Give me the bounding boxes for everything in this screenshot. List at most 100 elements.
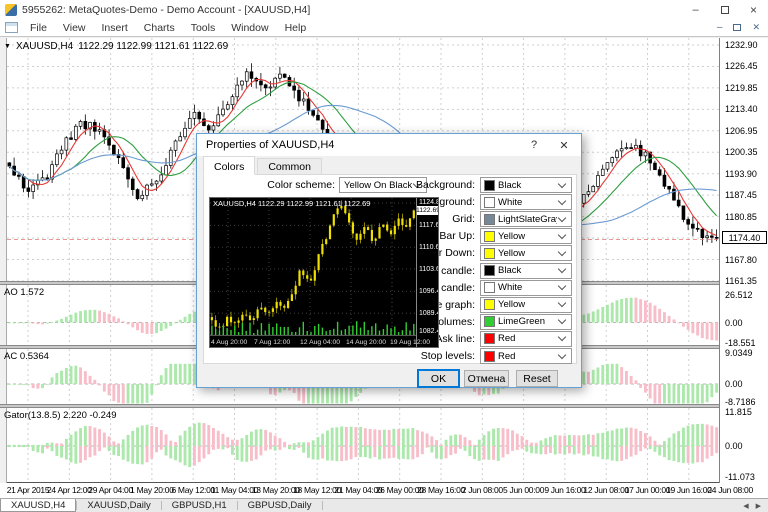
indicator-label: AC 0.5364 — [4, 351, 49, 362]
chart-tab-xauusd-daily[interactable]: XAUUSD,Daily — [77, 499, 160, 512]
maximize-button[interactable] — [710, 0, 739, 19]
time-axis-label: 24 Apr 12:00 — [46, 485, 92, 495]
chevron-down-icon — [557, 196, 567, 205]
menu-file[interactable]: File — [22, 22, 55, 34]
color-combo-foreground[interactable]: White — [480, 194, 572, 211]
chevron-down-icon — [557, 281, 567, 291]
price-axis[interactable]: 1232.90 1226.45 1219.85 1213.40 1206.95 1200.… — [719, 38, 768, 483]
reset-button[interactable]: Reset — [516, 370, 558, 387]
chevron-down-icon — [557, 350, 567, 359]
price-axis-label: 0.00 — [725, 441, 743, 451]
color-combo-bar-down[interactable]: Yellow — [480, 245, 572, 262]
chart-ohlc: 1122.29 1122.99 1121.61 1122.69 — [78, 41, 229, 52]
price-axis-label: 1219.85 — [725, 82, 758, 93]
preview-time-label: 4 Aug 20:00 — [211, 339, 248, 346]
preview-svg — [210, 198, 416, 336]
color-combo-ask-line-value: Red — [498, 333, 516, 345]
menu-bar: File View Insert Charts Tools Window Help – ✕ — [0, 19, 768, 37]
time-axis-label: 24 Jun 08:00 — [707, 485, 753, 495]
preview-price-label: 1124.80 — [419, 199, 438, 206]
preview-price-label: 1082.40 — [419, 328, 438, 335]
application-window: 5955262: MetaQuotes-Demo - Demo Account … — [0, 0, 768, 512]
color-combo-bull-candle-value: Black — [498, 265, 522, 276]
indicator-label: AO 1.572 — [4, 287, 45, 298]
color-combo-bear-candle[interactable]: White — [480, 279, 572, 296]
chart-tab-gbpusd-h1[interactable]: GBPUSD,H1 — [162, 499, 237, 512]
color-combo-bar-up[interactable]: Yellow — [480, 228, 572, 245]
chart-symbol: XAUUSD,H4 — [15, 41, 74, 52]
preview-price-label: 1117.60 — [419, 222, 439, 229]
color-combo-grid-value: LightSlateGray — [498, 213, 557, 225]
time-axis-label: 19 Jun 16:00 — [666, 485, 712, 495]
color-swatch — [484, 265, 495, 276]
price-axis-label: 0.00 — [725, 317, 743, 328]
time-axis-label: 17 Jun 00:00 — [624, 485, 671, 495]
price-axis-label: 1193.90 — [725, 168, 757, 179]
chart-tab-xauusd-h4[interactable]: XAUUSD,H4 — [0, 499, 77, 512]
child-restore-icon[interactable] — [733, 24, 742, 31]
preview-price-label: 1096.40 — [419, 288, 438, 295]
preview-canvas — [210, 198, 416, 347]
color-combo-foreground-value: White — [498, 196, 523, 208]
child-close-icon[interactable]: ✕ — [752, 22, 760, 33]
help-button[interactable]: ? — [519, 139, 549, 151]
color-combo-background[interactable]: Black — [480, 177, 572, 193]
color-swatch — [484, 333, 495, 345]
ok-button[interactable]: OK — [417, 369, 460, 388]
time-axis-label: 6 May 12:00 — [171, 485, 215, 495]
color-combo-background-value: Black — [498, 179, 522, 191]
dialog-title-bar[interactable]: Properties of XAUUSD,H4? ✕ — [197, 134, 581, 156]
color-combo-ask-line[interactable]: Red — [480, 330, 572, 347]
menu-charts[interactable]: Charts — [136, 22, 183, 34]
color-combo-grid[interactable]: LightSlateGray — [480, 211, 572, 228]
color-swatch — [484, 350, 495, 362]
dialog-tab-page: Color scheme: Yellow On Black Background: B… — [203, 174, 577, 364]
color-combo-stop-levels-value: Red — [498, 350, 516, 362]
tab-scroll-controls: ◀ ▶ — [743, 499, 768, 512]
dialog-close-button[interactable]: ✕ — [549, 139, 579, 152]
chart-tab-gbpusd-daily[interactable]: GBPUSD,Daily — [238, 499, 322, 512]
color-combo-bull-candle[interactable]: Black — [480, 262, 572, 279]
child-window-controls: – ✕ — [717, 22, 760, 33]
close-button[interactable]: × — [739, 0, 768, 19]
cancel-button[interactable]: Отмена — [464, 370, 509, 387]
color-combo-volumes-value: LimeGreen — [498, 316, 545, 328]
color-swatch — [484, 230, 495, 242]
chart-dropdown-icon[interactable]: ▼ — [4, 43, 11, 50]
chart-header: ▼ XAUUSD,H4 1122.29 1122.99 1121.61 1122.6… — [4, 41, 228, 52]
preview-price-label: 1103.60 — [419, 266, 438, 273]
color-swatch — [484, 179, 495, 191]
time-axis-label: 5 Jun 00:00 — [503, 485, 545, 495]
price-axis-label: 1167.80 — [725, 254, 757, 265]
dialog-tab-common[interactable]: Common — [257, 158, 322, 175]
minimize-button[interactable]: – — [681, 0, 710, 19]
maximize-icon — [720, 5, 729, 14]
price-axis-label: 0.00 — [725, 379, 743, 389]
scroll-right-icon[interactable]: ▶ — [756, 502, 761, 510]
color-swatch — [484, 316, 495, 328]
color-scheme-label: Color scheme: — [267, 179, 335, 191]
dialog-tab-colors[interactable]: Colors — [203, 156, 256, 175]
tab-separator — [321, 501, 323, 510]
color-combo-bar-down-value: Yellow — [498, 247, 526, 259]
menu-window[interactable]: Window — [223, 22, 276, 34]
preview-price-label: 1110.60 — [419, 244, 439, 251]
color-swatch — [484, 247, 495, 259]
color-combo-line-graph-value: Yellow — [498, 299, 526, 311]
child-minimize-icon[interactable]: – — [717, 22, 723, 33]
menu-view[interactable]: View — [55, 22, 94, 34]
color-combo-stop-levels[interactable]: Red — [480, 348, 572, 364]
price-axis-label: 1206.95 — [725, 125, 758, 136]
scroll-left-icon[interactable]: ◀ — [743, 502, 748, 510]
color-swatch — [484, 282, 495, 294]
menu-insert[interactable]: Insert — [94, 22, 136, 34]
color-combo-volumes[interactable]: LimeGreen — [480, 313, 572, 330]
color-combo-line-graph[interactable]: Yellow — [480, 296, 572, 313]
current-price-box: 1174.40 — [722, 231, 767, 244]
color-combo-bear-candle-value: White — [498, 282, 523, 294]
title-bar[interactable]: 5955262: MetaQuotes-Demo - Demo Account … — [0, 0, 768, 19]
time-axis[interactable]: 21 Apr 2015 24 Apr 12:00 29 Apr 04:00 1 May… — [0, 483, 768, 498]
properties-dialog: Properties of XAUUSD,H4? ✕ Colors Common Col… — [196, 133, 582, 388]
menu-tools[interactable]: Tools — [183, 22, 224, 34]
menu-help[interactable]: Help — [277, 22, 315, 34]
